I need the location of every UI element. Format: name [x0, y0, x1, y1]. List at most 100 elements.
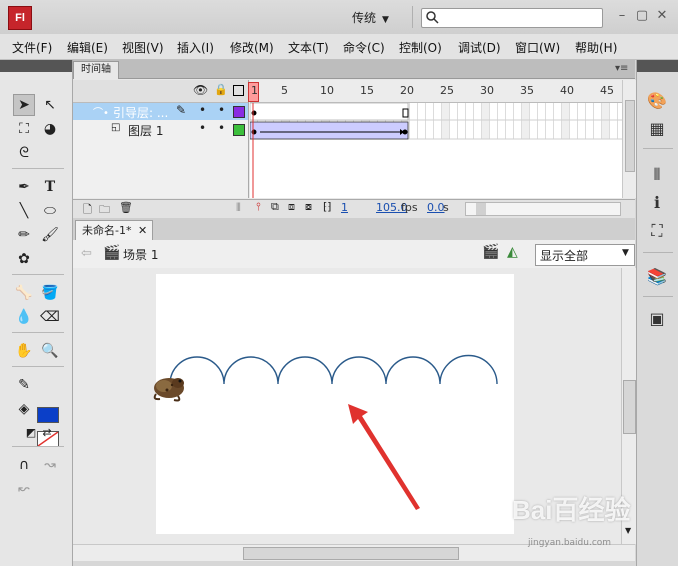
- scroll-thumb[interactable]: [243, 547, 459, 560]
- layer-color-swatch[interactable]: [233, 106, 245, 118]
- close-icon[interactable]: ✕: [652, 8, 672, 23]
- menu-view[interactable]: 视图(V): [122, 39, 164, 56]
- delete-layer-icon[interactable]: 🗑: [119, 201, 133, 214]
- components-panel-icon[interactable]: ▣: [645, 308, 669, 330]
- onion-outline-icon[interactable]: ⧈: [288, 200, 295, 214]
- selection-tool-icon[interactable]: ➤: [13, 94, 35, 116]
- menu-text[interactable]: 文本(T): [288, 39, 329, 56]
- fill-color-icon: ◈: [18, 401, 30, 417]
- library-panel-icon[interactable]: 📚: [645, 266, 669, 288]
- 3d-rotation-tool-icon[interactable]: ◕: [39, 118, 61, 140]
- menu-file[interactable]: 文件(F): [12, 39, 52, 56]
- bone-tool-icon[interactable]: 🦴: [13, 282, 35, 304]
- edit-scene-icon[interactable]: 🎬: [482, 244, 499, 260]
- eyedropper-tool-icon[interactable]: 💧: [13, 306, 35, 328]
- panel-menu-icon[interactable]: ▾≡: [615, 63, 628, 74]
- eraser-tool-icon[interactable]: ⌫: [39, 306, 61, 328]
- text-tool-icon[interactable]: T: [39, 176, 61, 198]
- tool-divider: [12, 332, 64, 333]
- menu-bar: 文件(F) 编辑(E) 视图(V) 插入(I) 修改(M) 文本(T) 命令(C…: [0, 34, 678, 60]
- subselection-tool-icon[interactable]: ↖: [39, 94, 61, 116]
- timeline-vscroll[interactable]: [622, 80, 636, 198]
- panel-header: [637, 60, 678, 72]
- close-icon[interactable]: ✕: [138, 221, 147, 240]
- frame-number: 20: [400, 84, 414, 97]
- color-panel-icon[interactable]: 🎨: [645, 90, 669, 112]
- lock-icon[interactable]: 🔒: [214, 83, 228, 96]
- scene-icon: 🎬: [103, 245, 121, 261]
- menu-insert[interactable]: 插入(I): [177, 39, 214, 56]
- pen-tool-icon[interactable]: ✒: [13, 176, 35, 198]
- resize-handle-icon[interactable]: ⦀: [236, 201, 241, 215]
- stroke-color-swatch[interactable]: [37, 407, 59, 423]
- tab-timeline[interactable]: 时间轴: [73, 61, 119, 79]
- lasso-tool-icon[interactable]: ᘓ: [13, 142, 35, 164]
- align-panel-icon[interactable]: ⫴: [645, 164, 669, 186]
- menu-debug[interactable]: 调试(D): [458, 39, 501, 56]
- brush-tool-icon[interactable]: 🖌: [39, 224, 61, 246]
- swap-colors-icon[interactable]: ⇄: [36, 422, 58, 444]
- workspace-switcher[interactable]: 传统 ▼: [352, 9, 389, 25]
- layer-icon: ◱: [111, 122, 121, 133]
- smooth-icon[interactable]: ↝: [39, 454, 61, 476]
- frame-number: 10: [320, 84, 334, 97]
- zoom-tool-icon[interactable]: 🔍: [39, 340, 61, 362]
- menu-window[interactable]: 窗口(W): [515, 39, 560, 56]
- tool-divider: [12, 446, 64, 447]
- swatches-panel-icon[interactable]: ▦: [645, 118, 669, 140]
- maximize-icon[interactable]: ▢: [632, 8, 652, 23]
- current-frame[interactable]: 1: [341, 201, 348, 214]
- lock-dot[interactable]: •: [218, 103, 225, 117]
- scroll-thumb[interactable]: [476, 203, 486, 215]
- visibility-dot[interactable]: •: [199, 103, 206, 117]
- menu-control[interactable]: 控制(O): [399, 39, 442, 56]
- paint-bucket-tool-icon[interactable]: 🪣: [39, 282, 61, 304]
- modify-markers-icon[interactable]: ⁅⁆: [323, 200, 332, 213]
- layer-name: 图层 1: [128, 124, 164, 138]
- line-tool-icon[interactable]: ╲: [13, 200, 35, 222]
- onion-skin-icon[interactable]: ⧉: [271, 200, 279, 214]
- scroll-down-icon[interactable]: ▼: [625, 526, 631, 535]
- layer-row-1[interactable]: ◱ 图层 1 • •: [73, 121, 248, 138]
- layer-color-swatch[interactable]: [233, 124, 245, 136]
- minimize-icon[interactable]: –: [612, 8, 632, 23]
- panel-header: [0, 60, 72, 72]
- frog-image[interactable]: [148, 372, 188, 404]
- menu-modify[interactable]: 修改(M): [230, 39, 274, 56]
- timeline-hscroll[interactable]: [465, 202, 621, 216]
- search-input[interactable]: [421, 8, 603, 28]
- back-arrow-icon[interactable]: ⇦: [81, 246, 92, 261]
- edit-symbols-icon[interactable]: ◭: [507, 244, 518, 260]
- transform-panel-icon[interactable]: ⛶: [645, 220, 669, 242]
- scroll-thumb[interactable]: [623, 380, 636, 434]
- elapsed-time[interactable]: 0.0: [427, 201, 445, 214]
- watermark-logo: Bai百经验: [512, 495, 631, 525]
- pencil-tool-icon[interactable]: ✏: [13, 224, 35, 246]
- elapsed-time-unit: s: [443, 201, 449, 214]
- menu-edit[interactable]: 编辑(E): [67, 39, 108, 56]
- hand-tool-icon[interactable]: ✋: [13, 340, 35, 362]
- deco-tool-icon[interactable]: ✿: [13, 248, 35, 270]
- visibility-dot[interactable]: •: [199, 121, 206, 135]
- search-icon: [426, 11, 439, 24]
- center-frame-icon[interactable]: ⫯: [256, 200, 261, 214]
- tab-document[interactable]: 未命名-1* ✕: [75, 220, 153, 241]
- edit-multiple-frames-icon[interactable]: ⧇: [305, 200, 312, 214]
- outline-icon[interactable]: [233, 85, 244, 96]
- stage[interactable]: [153, 274, 514, 534]
- zoom-select[interactable]: 显示全部 ▼: [535, 244, 635, 266]
- frame-ruler[interactable]: 1 5 10 15 20 25 30 35 40 45: [248, 80, 622, 103]
- info-panel-icon[interactable]: ℹ: [645, 192, 669, 214]
- eye-icon[interactable]: 👁: [193, 83, 208, 97]
- scroll-thumb[interactable]: [625, 100, 635, 172]
- menu-help[interactable]: 帮助(H): [575, 39, 617, 56]
- layer-row-guide[interactable]: ⌒• 引导层: ... ✎ • •: [73, 103, 248, 120]
- menu-commands[interactable]: 命令(C): [343, 39, 385, 56]
- lock-dot[interactable]: •: [218, 121, 225, 135]
- timeline-tab-bar: [73, 60, 635, 79]
- straighten-icon[interactable]: ↜: [13, 478, 35, 500]
- oval-tool-icon[interactable]: ⬭: [39, 200, 61, 222]
- frame-rate-unit: fps: [401, 201, 418, 214]
- snap-magnet-icon[interactable]: ∩: [13, 454, 35, 476]
- free-transform-tool-icon[interactable]: ⛶: [13, 118, 35, 140]
